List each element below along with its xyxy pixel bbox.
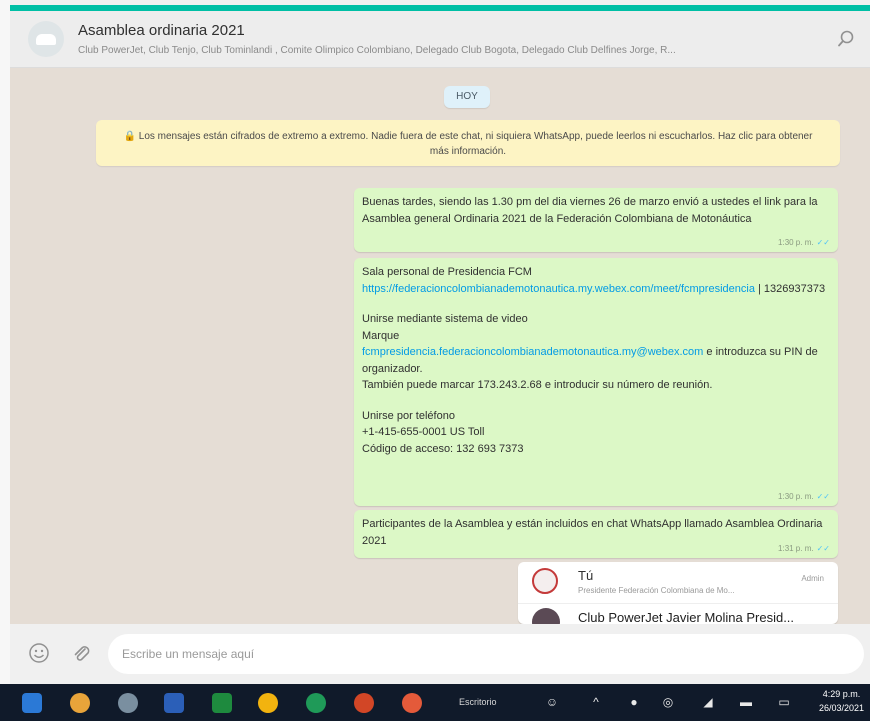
keyboard-icon[interactable]: ▭	[776, 694, 792, 710]
desktop-label[interactable]: Escritorio	[459, 697, 497, 707]
message-text: Participantes de la Asamblea y están inc…	[362, 518, 823, 547]
message-line: También puede marcar 173.243.2.68 e intr…	[362, 379, 713, 391]
date-divider: HOY	[444, 86, 490, 108]
message-list[interactable]: HOY 🔒 Los mensajes están cifrados de ext…	[10, 68, 870, 624]
read-receipt-icon: ✓✓	[816, 238, 830, 247]
admin-badge: Admin	[801, 574, 824, 583]
word-icon[interactable]	[164, 693, 184, 713]
chat-participants[interactable]: Club PowerJet, Club Tenjo, Club Tominlan…	[78, 45, 818, 56]
message-text: Buenas tardes, siendo las 1.30 pm del di…	[362, 196, 818, 225]
system-clock[interactable]: 4:29 p.m. 26/03/2021	[819, 688, 864, 716]
message-input[interactable]	[108, 634, 864, 674]
message-line: Marque	[362, 329, 400, 342]
battery-icon[interactable]: ▬	[738, 694, 754, 710]
participant-avatar	[532, 568, 558, 594]
paperclip-icon[interactable]	[70, 642, 92, 664]
location-icon[interactable]: ◎	[660, 694, 676, 710]
message-line: Unirse mediante sistema de video	[362, 313, 528, 325]
app-icon[interactable]	[402, 693, 422, 713]
participant-name[interactable]: Club PowerJet Javier Molina Presid...	[578, 610, 794, 624]
message-line: +1-415-655-0001 US Toll	[362, 426, 485, 438]
message-line: https://federacioncolombianademotonautic…	[362, 282, 826, 295]
message-line: Unirse por teléfono	[362, 409, 455, 422]
microphone-icon[interactable]: ●	[626, 694, 642, 710]
outgoing-message[interactable]: Sala personal de Presidencia FCM https:/…	[354, 258, 838, 506]
message-line: Sala personal de Presidencia FCM	[362, 266, 532, 278]
participant-avatar	[532, 608, 560, 624]
message-time: 1:30 p. m. ✓✓	[778, 492, 830, 501]
participant-name: Tú	[578, 568, 594, 583]
group-icon	[36, 34, 56, 45]
file-explorer-icon[interactable]	[22, 693, 42, 713]
webex-meeting-link[interactable]: https://federacioncolombianademotonautic…	[362, 283, 755, 295]
chevron-up-icon[interactable]: ^	[588, 694, 604, 710]
message-composer	[10, 624, 870, 684]
participants-card[interactable]: Tú Presidente Federación Colombiana de M…	[518, 562, 838, 624]
search-icon[interactable]	[836, 29, 856, 49]
outgoing-message[interactable]: Buenas tardes, siendo las 1.30 pm del di…	[354, 188, 838, 252]
emoji-icon[interactable]	[28, 642, 50, 664]
participant-status: Presidente Federación Colombiana de Mo..…	[578, 586, 735, 595]
people-icon[interactable]: ☺	[544, 694, 560, 710]
chat-header[interactable]: Asamblea ordinaria 2021 Club PowerJet, C…	[10, 11, 870, 68]
participant-row[interactable]: Tú Presidente Federación Colombiana de M…	[518, 562, 838, 604]
group-avatar[interactable]	[28, 21, 64, 57]
window-frame	[0, 0, 10, 684]
webex-email-link[interactable]: fcmpresidencia.federacioncolombianademot…	[362, 346, 703, 358]
chat-title[interactable]: Asamblea ordinaria 2021	[78, 22, 245, 39]
encryption-notice[interactable]: 🔒 Los mensajes están cifrados de extremo…	[96, 120, 840, 166]
read-receipt-icon: ✓✓	[816, 544, 830, 553]
network-icon[interactable]: ◢	[700, 694, 716, 710]
message-line: Código de acceso: 132 693 7373	[362, 442, 524, 455]
read-receipt-icon: ✓✓	[816, 492, 830, 501]
outgoing-message[interactable]: Participantes de la Asamblea y están inc…	[354, 510, 838, 558]
powerpoint-icon[interactable]	[354, 693, 374, 713]
message-time: 1:30 p. m. ✓✓	[778, 238, 830, 247]
os-taskbar: Escritorio ☺ ^ ● ◎ ◢ ▬ ▭ 4:29 p.m. 26/03…	[0, 684, 870, 721]
clock-date: 26/03/2021	[818, 702, 864, 713]
excel-icon[interactable]	[212, 693, 232, 713]
whatsapp-icon[interactable]	[306, 693, 326, 713]
app-icon[interactable]	[258, 693, 278, 713]
app-icon[interactable]	[118, 693, 138, 713]
message-line: fcmpresidencia.federacioncolombianademot…	[362, 346, 818, 375]
clock-time: 4:29 p.m.	[822, 689, 861, 699]
chrome-icon[interactable]	[70, 693, 90, 713]
message-time: 1:31 p. m. ✓✓	[778, 544, 830, 553]
